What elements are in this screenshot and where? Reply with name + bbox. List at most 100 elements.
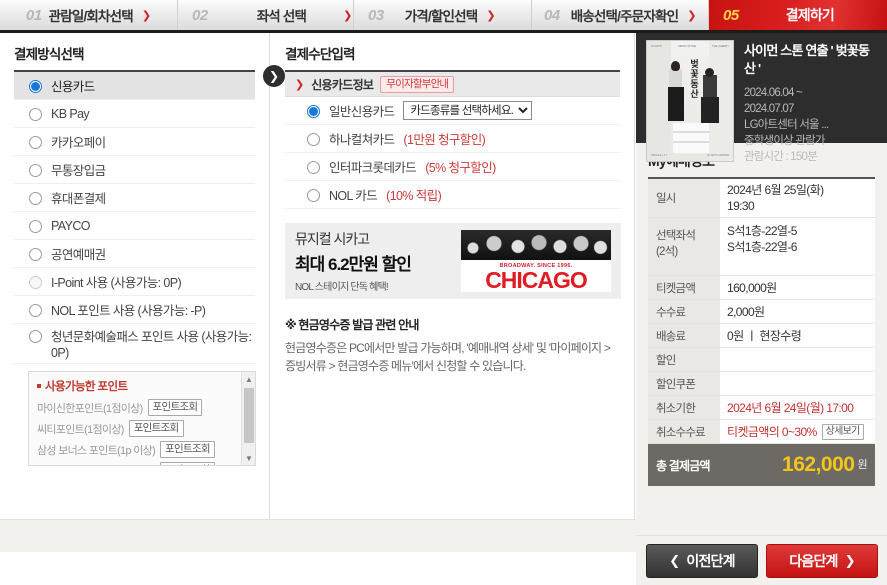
row-key-text: 선택좌석 (2석) — [656, 230, 696, 258]
row-key: 배송료 — [648, 324, 720, 347]
payment-option-mobile[interactable]: 휴대폰결제 — [14, 184, 255, 212]
scroll-down-icon[interactable]: ▼ — [242, 451, 255, 465]
points-row-label: 외환 YES포인트 [5천p 이상] — [37, 463, 155, 466]
radio-icon[interactable] — [29, 107, 42, 121]
table-row: 할인 — [648, 348, 875, 372]
cancel-fee-text: 티켓금액의 0~30% — [727, 424, 817, 439]
card-option-general[interactable]: 일반신용카드 카드종류를 선택하세요. — [285, 97, 620, 125]
payment-option-kakaopay[interactable]: 카카오페이 — [14, 128, 255, 156]
points-lookup-button[interactable]: 포인트조회 — [159, 462, 215, 465]
booking-info-table: 일시 2024년 6월 25일(화) 19:30 선택좌석 (2석) S석1층-2… — [648, 177, 875, 486]
radio-icon[interactable] — [307, 160, 320, 174]
points-row-label: 삼성 보너스 포인트(1p 이상) — [37, 444, 156, 457]
scrollbar-thumb[interactable] — [244, 388, 254, 443]
product-meta-line: 관람시간 : 150분 — [744, 151, 818, 163]
poster-vertical-title: 벚꽃동산 — [689, 59, 699, 99]
chevron-left-icon: ❮ — [669, 552, 680, 568]
promo-banner[interactable]: 뮤지컬 시카고 최대 6.2만원 할인 NOL 스테이지 단독 혜택! BROA… — [285, 223, 621, 299]
points-row: 마이신한포인트(1점이상) 포인트조회 — [37, 399, 233, 416]
card-option-nol[interactable]: NOL 카드 (10% 적립) — [285, 181, 620, 209]
payment-option-youth-culture-pass[interactable]: 청년문화예술패스 포인트 사용 (사용가능: 0P) — [14, 324, 255, 364]
date-line-2: 19:30 — [727, 199, 755, 213]
points-row: 삼성 보너스 포인트(1p 이상) 포인트조회 — [37, 441, 233, 458]
card-option-hana-culture[interactable]: 하나컬쳐카드 (1만원 청구할인) — [285, 125, 620, 153]
card-option-discount: (10% 적립) — [386, 189, 442, 203]
row-key: 할인 — [648, 348, 720, 371]
order-summary-panel: LG ARTS SIMON STONE THE CHERRY 벚꽃동산 2024.6… — [636, 33, 887, 552]
chevron-right-icon: ❯ — [687, 9, 697, 22]
radio-icon[interactable] — [29, 79, 42, 93]
panel-collapse-button[interactable]: ❯ — [263, 65, 285, 87]
step-number-5: 05 — [723, 6, 739, 24]
payment-option-label: I-Point 사용 (사용가능: 0P) — [51, 276, 182, 290]
points-scrollbar[interactable]: ▲ ▼ — [241, 372, 255, 465]
points-lookup-button[interactable]: 포인트조회 — [160, 441, 215, 458]
payment-option-label: 청년문화예술패스 포인트 사용 (사용가능: 0P) — [51, 330, 252, 360]
row-value: 2024년 6월 25일(화) 19:30 — [720, 179, 875, 217]
row-value — [720, 372, 875, 395]
payment-option-label: 신용카드 — [51, 80, 95, 94]
date-line-1: 2024년 6월 25일(화) — [727, 183, 824, 197]
table-row: 배송료 0원 ㅣ 현장수령 — [648, 324, 875, 348]
radio-icon[interactable] — [29, 330, 42, 343]
radio-icon[interactable] — [307, 132, 320, 146]
payment-method-panel: 결제방식선택 신용카드 KB Pay 카카오페이 무통장입금 휴대폰결제 PAY… — [0, 33, 270, 519]
radio-icon[interactable] — [29, 275, 42, 289]
points-lookup-button[interactable]: 포인트조회 — [147, 399, 203, 416]
payment-option-gift-voucher[interactable]: 공연예매권 — [14, 240, 255, 268]
radio-icon[interactable] — [29, 135, 42, 149]
payment-option-ipoint[interactable]: I-Point 사용 (사용가능: 0P) — [14, 268, 255, 296]
card-option-label: NOL 카드 — [329, 189, 378, 203]
card-option-interpark-lotte[interactable]: 인터파크롯데카드 (5% 청구할인) — [285, 153, 620, 181]
poster-bottom-credits: 2024.6.4—7.7 LG ARTS CENTER — [651, 154, 729, 157]
scroll-up-icon[interactable]: ▲ — [242, 372, 255, 386]
payment-option-payco[interactable]: PAYCO — [14, 212, 255, 240]
radio-icon[interactable] — [29, 219, 42, 233]
next-step-button[interactable]: 다음단계 ❯ — [766, 543, 878, 578]
row-key: 할인쿠폰 — [648, 372, 720, 395]
payment-input-title: 결제수단입력 — [285, 47, 356, 62]
card-type-select[interactable]: 카드종류를 선택하세요. — [403, 101, 533, 120]
points-lookup-button[interactable]: 포인트조회 — [128, 420, 184, 437]
radio-icon[interactable] — [29, 191, 42, 205]
radio-icon[interactable] — [29, 163, 42, 177]
promo-line-2: 최대 6.2만원 할인 — [295, 255, 412, 274]
step-tab-2[interactable]: 02 좌석 선택 ❯ — [178, 0, 354, 30]
row-value: S석1층-22열-5 S석1층-22열-6 — [720, 218, 875, 275]
bullet-icon — [37, 384, 41, 388]
radio-icon[interactable] — [29, 247, 42, 261]
previous-step-button[interactable]: ❮ 이전단계 — [646, 543, 758, 578]
points-row: 외환 YES포인트 [5천p 이상] 포인트조회 — [37, 462, 233, 466]
payment-option-credit-card[interactable]: 신용카드 — [14, 72, 255, 100]
payment-option-kb-pay[interactable]: KB Pay — [14, 100, 255, 128]
payment-option-label: 공연예매권 — [51, 248, 106, 262]
product-meta-line: LG아트센터 서울 ... — [744, 119, 829, 131]
radio-icon[interactable] — [307, 188, 320, 202]
step-number-1: 01 — [25, 6, 42, 24]
chevron-right-icon: ❯ — [141, 9, 152, 22]
table-row: 선택좌석 (2석) S석1층-22열-5 S석1층-22열-6 — [648, 218, 875, 276]
view-detail-button[interactable]: 상세보기 — [821, 423, 864, 440]
installment-guide-badge[interactable]: 무이자할부안내 — [380, 75, 455, 93]
chicago-title-text: CHICAGO — [485, 267, 588, 292]
product-meta-line: 중학생이상 관람가 — [744, 135, 825, 147]
row-key: 취소수수료 — [648, 420, 720, 443]
product-name: 사이먼 스톤 연출 ' 벚꽃동산 ' — [744, 43, 870, 76]
product-meta-line: 2024.06.04 ~ — [744, 87, 803, 99]
payment-option-nol-point[interactable]: NOL 포인트 사용 (사용가능: -P) — [14, 296, 255, 324]
radio-icon[interactable] — [307, 104, 320, 118]
payment-option-bank-transfer[interactable]: 무통장입금 — [14, 156, 255, 184]
radio-icon[interactable] — [29, 303, 42, 317]
chevron-right-icon: ❯ — [295, 78, 305, 91]
step-tab-3[interactable]: 03 가격/할인선택 ❯ — [354, 0, 532, 30]
row-value: 160,000원 — [720, 276, 875, 299]
row-key: 티켓금액 — [648, 276, 720, 299]
chevron-right-icon: ❯ — [486, 9, 496, 22]
step-tab-1[interactable]: 01 관람일/회차선택 ❯ — [0, 0, 178, 30]
poster-figure-woman-skirt — [668, 87, 684, 121]
promo-banner-text: 뮤지컬 시카고 최대 6.2만원 할인 NOL 스테이지 단독 혜택! — [295, 229, 451, 293]
poster-figure-man-head — [705, 68, 714, 77]
credit-card-info-header: ❯ 신용카드정보 무이자할부안내 — [285, 72, 620, 97]
step-tab-4[interactable]: 04 배송선택/주문자확인 ❯ — [532, 0, 709, 30]
step-tab-5-active[interactable]: 05 결제하기 — [709, 0, 887, 30]
